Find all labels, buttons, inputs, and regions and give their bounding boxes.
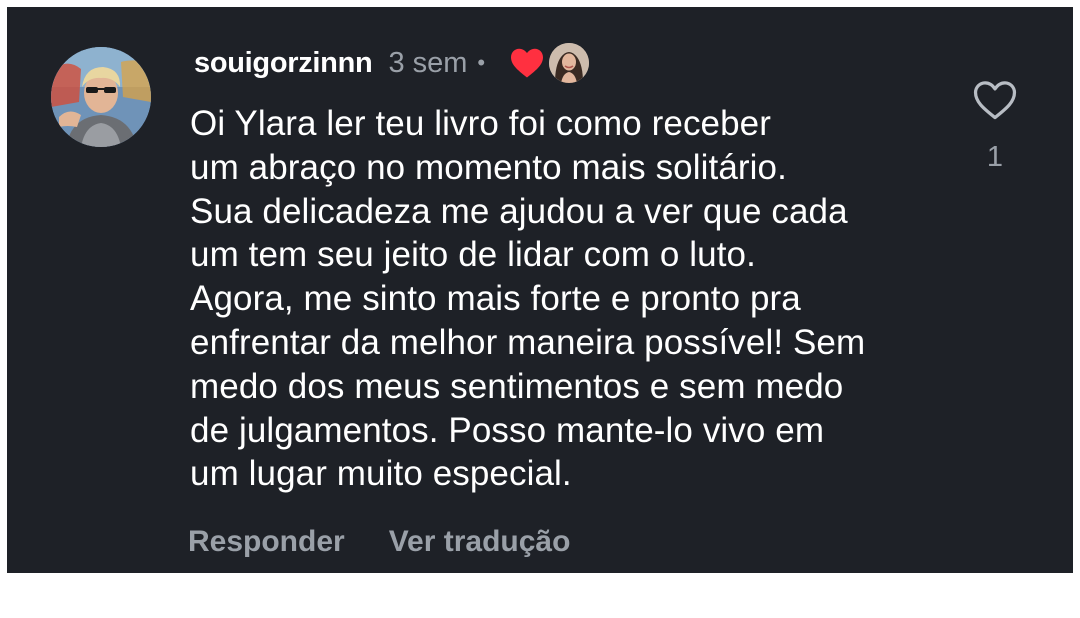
like-count: 1 [986, 141, 1004, 173]
timestamp: 3 sem [388, 46, 468, 79]
creator-avatar [549, 43, 590, 83]
comment-text: Oi Ylara ler teu livro foi como receber … [190, 104, 866, 494]
heart-outline-icon[interactable] [972, 79, 1018, 121]
user-avatar[interactable] [51, 47, 151, 147]
heart-filled-icon [509, 47, 545, 79]
like-column: 1 [967, 79, 1023, 174]
see-translation-button[interactable]: Ver tradução [389, 525, 571, 559]
username[interactable]: souigorzinnn [194, 47, 373, 80]
reply-button[interactable]: Responder [188, 525, 345, 559]
comment-actions: Responder Ver tradução [188, 525, 570, 559]
comment-card: souigorzinnn 3 sem • Oi Ylara ler teu li… [7, 7, 1073, 573]
comment-header: souigorzinnn 3 sem • [194, 43, 590, 83]
separator-dot: • [477, 50, 486, 75]
